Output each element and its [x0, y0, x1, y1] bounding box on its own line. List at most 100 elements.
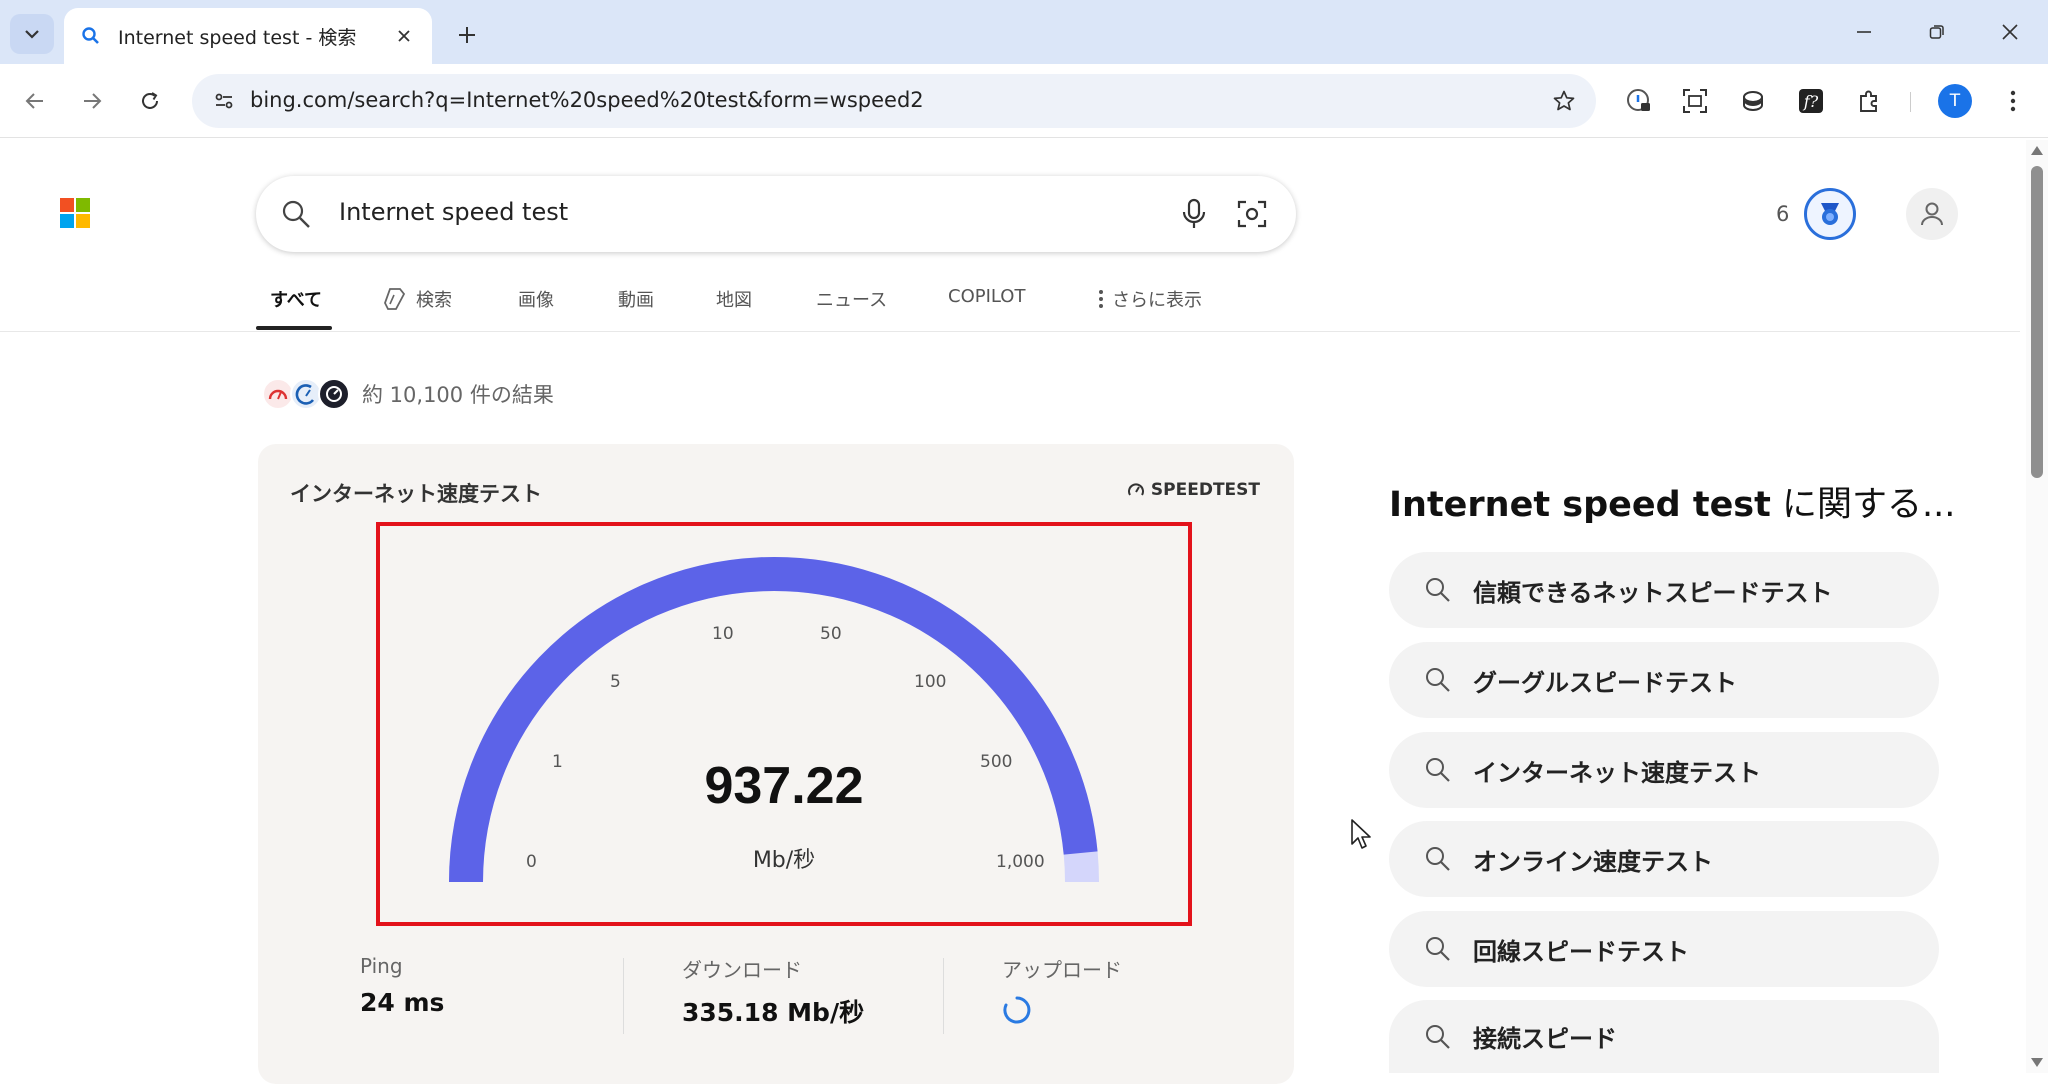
- profile-avatar[interactable]: T: [1938, 84, 1972, 118]
- tab-maps[interactable]: 地図: [716, 286, 752, 312]
- user-icon: [1921, 202, 1943, 226]
- gauge-track: [449, 557, 1099, 883]
- address-bar[interactable]: bing.com/search?q=Internet%20speed%20tes…: [192, 74, 1596, 128]
- copilot-search-icon: [384, 288, 406, 310]
- loading-spinner-icon: [1003, 996, 1031, 1024]
- bookmark-star-icon[interactable]: [1546, 83, 1582, 119]
- capture-frame-icon: [1683, 89, 1707, 113]
- search-input[interactable]: Internet speed test: [339, 198, 568, 226]
- active-tab-indicator: [256, 326, 332, 330]
- header-divider: [0, 331, 2020, 332]
- search-favicon-icon: [78, 23, 104, 49]
- back-button[interactable]: [14, 80, 56, 122]
- tab-news[interactable]: ニュース: [816, 286, 887, 312]
- extensions-button[interactable]: [1848, 80, 1890, 122]
- tab-all[interactable]: すべて: [270, 286, 322, 312]
- related-search-label: グーグルスピードテスト: [1473, 668, 1737, 697]
- account-button[interactable]: [1906, 188, 1958, 240]
- minimize-icon: [1857, 31, 1871, 33]
- gauge-tick: 100: [914, 672, 947, 692]
- storage-extension[interactable]: [1732, 80, 1774, 122]
- gauge-highlight-frame: 0 1 5 10 50 100 500 1,000 937.22 Mb/秒: [376, 522, 1192, 926]
- key-lock-icon: [1627, 89, 1650, 111]
- speedtest-title: インターネット速度テスト: [290, 482, 542, 506]
- visual-search-icon[interactable]: [1234, 196, 1270, 232]
- puzzle-icon: [1860, 90, 1877, 112]
- gauge-tick: 10: [712, 624, 734, 644]
- tab-copilot[interactable]: COPILOT: [948, 286, 1025, 307]
- new-tab-button[interactable]: [448, 16, 486, 54]
- rewards-points[interactable]: 6: [1776, 202, 1789, 226]
- search-icon: [1423, 665, 1453, 695]
- related-search-item[interactable]: 接続スピード: [1389, 1000, 1939, 1073]
- speed-unit: Mb/秒: [752, 848, 816, 873]
- toolbar-separator: [1910, 92, 1911, 112]
- plus-icon: [459, 27, 475, 43]
- rewards-medal-icon[interactable]: [1804, 188, 1856, 240]
- browser-toolbar: bing.com/search?q=Internet%20speed%20tes…: [0, 64, 2048, 138]
- microsoft-logo[interactable]: [60, 198, 90, 228]
- results-count-row: 約 10,100 件の結果: [262, 376, 554, 412]
- close-icon: [2002, 24, 2018, 40]
- minimize-button[interactable]: [1842, 12, 1886, 52]
- ping-label: Ping: [360, 954, 403, 978]
- restore-button[interactable]: [1915, 12, 1959, 52]
- ping-value: 24 ms: [360, 988, 445, 1017]
- url-text[interactable]: bing.com/search?q=Internet%20speed%20tes…: [250, 88, 924, 112]
- forward-button[interactable]: [71, 80, 113, 122]
- scroll-down-arrow-icon[interactable]: [2031, 1058, 2043, 1067]
- bing-search-box[interactable]: Internet speed test: [256, 176, 1296, 252]
- search-icon[interactable]: [278, 196, 314, 232]
- upload-stat: アップロード: [1002, 954, 1302, 1029]
- page-scrollbar[interactable]: [2026, 140, 2048, 1073]
- close-tab-icon[interactable]: [390, 22, 418, 50]
- mouse-cursor-icon: [1351, 819, 1371, 849]
- close-window-button[interactable]: [1988, 12, 2032, 52]
- formula-extension[interactable]: f?: [1790, 80, 1832, 122]
- tab-search[interactable]: 検索: [382, 286, 452, 312]
- speedtest-card: インターネット速度テスト SPEEDTEST 0 1 5 10 50 100 5…: [258, 444, 1294, 1084]
- tab-videos[interactable]: 動画: [618, 286, 654, 312]
- related-search-item[interactable]: 信頼できるネットスピードテスト: [1389, 552, 1939, 628]
- tab-search-button[interactable]: [10, 14, 54, 54]
- reload-button[interactable]: [129, 80, 171, 122]
- related-search-item[interactable]: オンライン速度テスト: [1389, 821, 1939, 897]
- browser-menu-button[interactable]: [1992, 80, 2034, 122]
- related-searches-title: Internet speed test に関する...: [1389, 485, 1956, 525]
- site-settings-icon[interactable]: [206, 83, 242, 119]
- function-icon: f?: [1799, 89, 1823, 113]
- search-icon: [1423, 844, 1453, 874]
- related-search-label: 信頼できるネットスピードテスト: [1473, 578, 1833, 607]
- speedtest-brand-link[interactable]: SPEEDTEST: [1127, 480, 1260, 500]
- tab-images[interactable]: 画像: [518, 286, 554, 312]
- more-vertical-icon: [2010, 90, 2016, 112]
- search-scope-tabs: すべて 検索 画像 動画 地図 ニュース COPILOT さらに表示: [256, 276, 2048, 332]
- scroll-up-arrow-icon[interactable]: [2031, 146, 2043, 155]
- arrow-left-icon: [25, 93, 43, 109]
- related-search-label: 回線スピードテスト: [1473, 937, 1689, 966]
- download-value: 335.18 Mb/秒: [682, 998, 865, 1027]
- related-search-item[interactable]: グーグルスピードテスト: [1389, 642, 1939, 718]
- related-search-label: オンライン速度テスト: [1473, 847, 1713, 876]
- results-count: 約 10,100 件の結果: [362, 383, 554, 407]
- password-manager-extension[interactable]: [1618, 80, 1660, 122]
- speedtest-stats: Ping 24 ms ダウンロード 335.18 Mb/秒 アップロード: [258, 954, 1294, 1044]
- more-vertical-icon: [1099, 290, 1103, 308]
- tab-more[interactable]: さらに表示: [1098, 286, 1202, 312]
- stat-divider: [943, 958, 944, 1034]
- screenshot-extension[interactable]: [1674, 80, 1716, 122]
- download-label: ダウンロード: [682, 958, 802, 982]
- svg-text:f?: f?: [1803, 92, 1819, 111]
- related-search-item[interactable]: インターネット速度テスト: [1389, 732, 1939, 808]
- download-stat: ダウンロード 335.18 Mb/秒: [682, 954, 982, 1029]
- chevron-down-icon: [25, 30, 39, 39]
- browser-tab-active[interactable]: Internet speed test - 検索: [64, 8, 432, 64]
- ping-stat: Ping 24 ms: [360, 954, 660, 1017]
- restore-icon: [1929, 25, 1944, 39]
- gauge-tick: 5: [610, 672, 621, 692]
- scrollbar-thumb[interactable]: [2031, 166, 2043, 478]
- related-search-item[interactable]: 回線スピードテスト: [1389, 911, 1939, 987]
- search-icon: [1423, 934, 1453, 964]
- microphone-icon[interactable]: [1176, 196, 1212, 232]
- related-search-label: インターネット速度テスト: [1473, 758, 1761, 787]
